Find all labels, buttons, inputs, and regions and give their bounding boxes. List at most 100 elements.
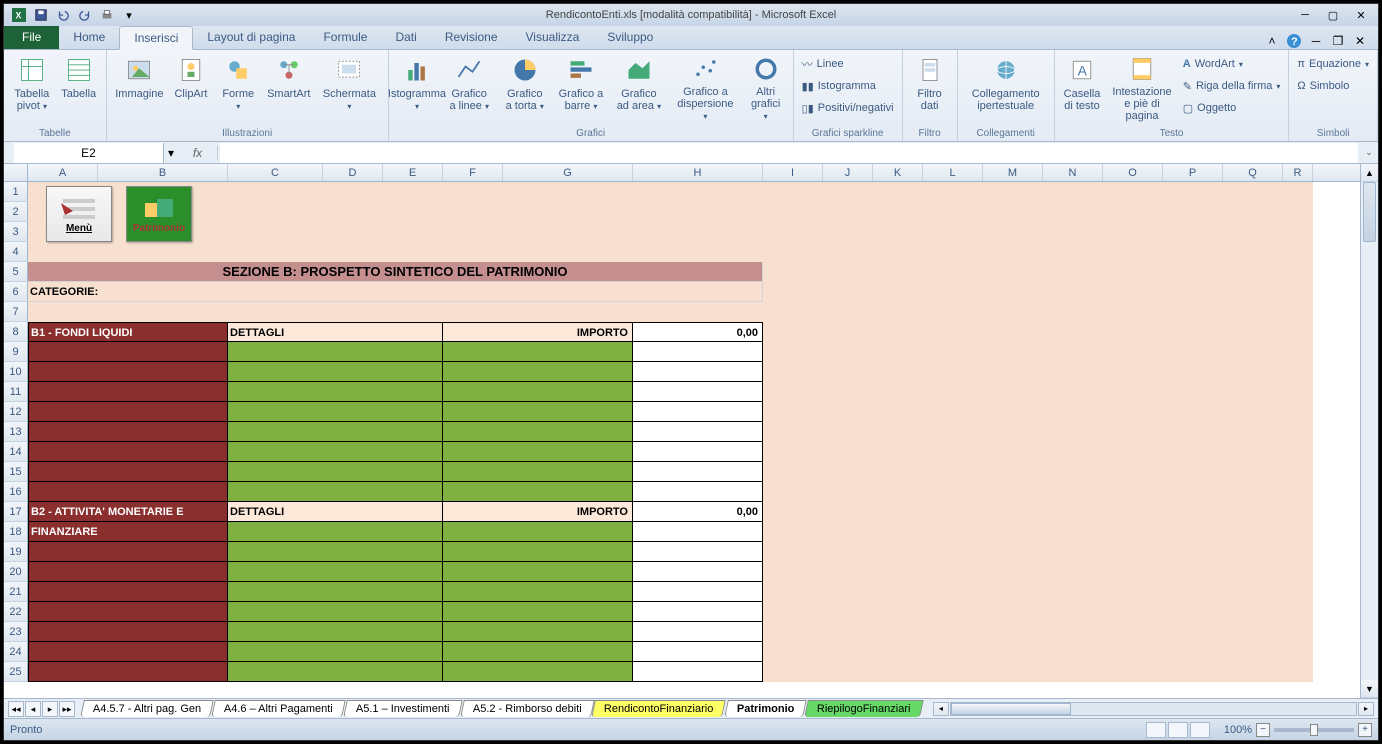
cell[interactable]: [228, 562, 443, 582]
cell[interactable]: [28, 402, 228, 422]
cell[interactable]: [763, 602, 1313, 622]
cell[interactable]: SEZIONE B: PROSPETTO SINTETICO DEL PATRI…: [28, 262, 763, 282]
tab-formulas[interactable]: Formule: [309, 25, 381, 49]
row-header[interactable]: 4: [4, 242, 28, 262]
menu-sheet-button[interactable]: Menù: [46, 186, 112, 242]
cell[interactable]: [228, 622, 443, 642]
row-header[interactable]: 19: [4, 542, 28, 562]
column-header[interactable]: N: [1043, 164, 1103, 181]
cell[interactable]: [443, 482, 633, 502]
tab-nav-last[interactable]: ▸▸: [59, 701, 75, 717]
horizontal-scrollbar[interactable]: ◂ ▸: [933, 702, 1374, 716]
view-page-layout[interactable]: [1168, 722, 1188, 738]
cell[interactable]: [633, 462, 763, 482]
window-restore-icon[interactable]: ❐: [1330, 33, 1346, 49]
cell[interactable]: DETTAGLI: [228, 502, 443, 522]
cell[interactable]: [763, 442, 1313, 462]
cell[interactable]: [28, 422, 228, 442]
row-header[interactable]: 22: [4, 602, 28, 622]
column-header[interactable]: L: [923, 164, 983, 181]
sparkline-column-button[interactable]: ▮▮Istogramma: [800, 76, 896, 96]
cell[interactable]: [633, 342, 763, 362]
cell[interactable]: [443, 362, 633, 382]
row-header[interactable]: 8: [4, 322, 28, 342]
row-header[interactable]: 13: [4, 422, 28, 442]
column-header[interactable]: B: [98, 164, 228, 181]
cell[interactable]: [443, 602, 633, 622]
row-header[interactable]: 25: [4, 662, 28, 682]
cell[interactable]: [28, 182, 1313, 202]
cell[interactable]: [633, 522, 763, 542]
cell[interactable]: [28, 202, 1313, 222]
cell[interactable]: [28, 342, 228, 362]
row-header[interactable]: 23: [4, 622, 28, 642]
sheet-tab[interactable]: RendicontoFinanziario: [592, 700, 727, 717]
sheet-tab[interactable]: A5.1 – Investimenti: [343, 700, 462, 717]
cell[interactable]: [28, 662, 228, 682]
cell[interactable]: B2 - ATTIVITA' MONETARIE E: [28, 502, 228, 522]
cell[interactable]: 0,00: [633, 322, 763, 342]
cell[interactable]: [28, 442, 228, 462]
shapes-button[interactable]: Forme ▾: [216, 52, 260, 124]
area-chart-button[interactable]: Grafico ad area ▾: [612, 52, 667, 124]
cell[interactable]: [633, 362, 763, 382]
clipart-button[interactable]: ClipArt: [170, 52, 212, 124]
scroll-up-button[interactable]: ▲: [1361, 164, 1378, 182]
cell[interactable]: [763, 462, 1313, 482]
undo-icon[interactable]: [54, 6, 72, 24]
smartart-button[interactable]: SmartArt: [264, 52, 313, 124]
sheet-tab[interactable]: A5.2 - Rimborso debiti: [460, 700, 594, 717]
screenshot-button[interactable]: Schermata ▾: [317, 52, 382, 124]
cell[interactable]: [28, 642, 228, 662]
cell[interactable]: [633, 562, 763, 582]
cell[interactable]: [443, 542, 633, 562]
row-header[interactable]: 12: [4, 402, 28, 422]
cell[interactable]: [763, 402, 1313, 422]
row-header[interactable]: 5: [4, 262, 28, 282]
cell[interactable]: [28, 382, 228, 402]
cell[interactable]: [633, 542, 763, 562]
cell[interactable]: [443, 382, 633, 402]
cell[interactable]: [228, 462, 443, 482]
cell[interactable]: IMPORTO: [443, 502, 633, 522]
cell[interactable]: [28, 622, 228, 642]
cell[interactable]: [228, 402, 443, 422]
row-header[interactable]: 2: [4, 202, 28, 222]
cell[interactable]: [443, 402, 633, 422]
cell[interactable]: [763, 622, 1313, 642]
cell[interactable]: [633, 622, 763, 642]
cell[interactable]: [443, 462, 633, 482]
cell[interactable]: [633, 442, 763, 462]
cell[interactable]: [228, 442, 443, 462]
tab-nav-first[interactable]: ◂◂: [8, 701, 24, 717]
object-button[interactable]: ▢Oggetto: [1181, 98, 1283, 118]
cell[interactable]: [633, 482, 763, 502]
column-header[interactable]: Q: [1223, 164, 1283, 181]
cell[interactable]: [28, 542, 228, 562]
cell[interactable]: [443, 422, 633, 442]
qat-customize-icon[interactable]: ▾: [120, 6, 138, 24]
sparkline-winloss-button[interactable]: ▯▮Positivi/negativi: [800, 98, 896, 118]
column-header[interactable]: I: [763, 164, 823, 181]
zoom-out-button[interactable]: −: [1256, 723, 1270, 737]
help-icon[interactable]: ?: [1286, 33, 1302, 49]
cell[interactable]: [443, 642, 633, 662]
cell[interactable]: 0,00: [633, 502, 763, 522]
window-close-icon[interactable]: ✕: [1352, 33, 1368, 49]
cell[interactable]: [28, 242, 1313, 262]
scroll-down-button[interactable]: ▼: [1361, 680, 1378, 698]
excel-icon[interactable]: X: [10, 6, 28, 24]
cell[interactable]: [228, 662, 443, 682]
name-box[interactable]: E2: [14, 143, 164, 163]
pie-chart-button[interactable]: Grafico a torta ▾: [499, 52, 550, 124]
view-page-break[interactable]: [1190, 722, 1210, 738]
name-box-dropdown[interactable]: ▾: [164, 146, 178, 160]
cell[interactable]: [763, 262, 1313, 282]
cell[interactable]: [28, 482, 228, 502]
worksheet-grid[interactable]: ABCDEFGHIJKLMNOPQR 12345SEZIONE B: PROSP…: [4, 164, 1360, 698]
tab-nav-prev[interactable]: ◂: [25, 701, 41, 717]
patrimonio-sheet-button[interactable]: Patrimonio: [126, 186, 192, 242]
tab-file[interactable]: File: [4, 25, 59, 49]
picture-button[interactable]: Immagine: [113, 52, 166, 124]
column-header[interactable]: O: [1103, 164, 1163, 181]
